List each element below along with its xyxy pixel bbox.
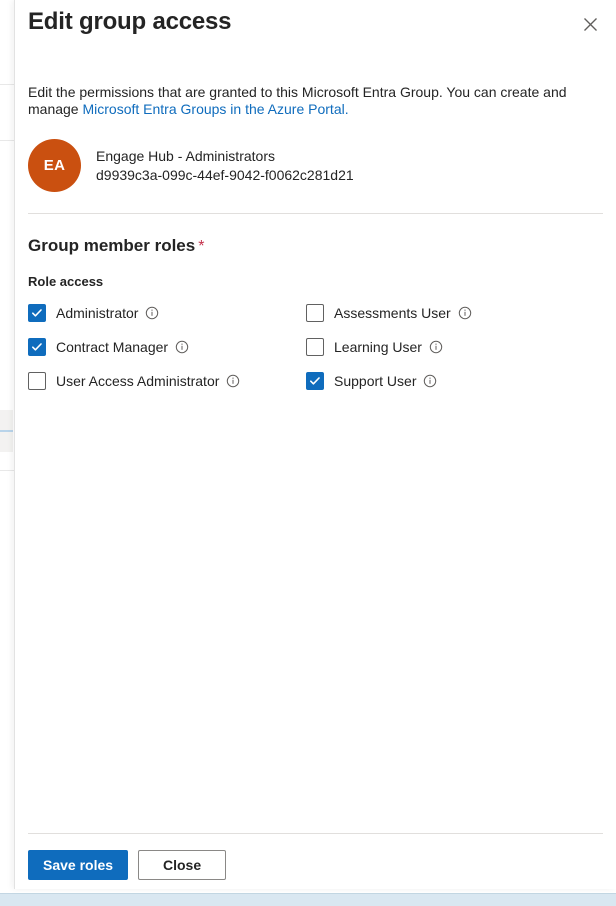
role-checkbox-learning-user[interactable]: Learning User	[306, 337, 584, 357]
background-rule	[0, 84, 14, 85]
info-icon[interactable]	[226, 374, 240, 388]
checkbox-checked-icon[interactable]	[28, 338, 46, 356]
role-checkbox-support-user[interactable]: Support User	[306, 371, 584, 391]
info-icon[interactable]	[175, 340, 189, 354]
group-name: Engage Hub - Administrators	[96, 148, 275, 164]
background-bottom-band	[0, 893, 616, 906]
background-rule	[0, 470, 14, 471]
panel-body: Edit the permissions that are granted to…	[15, 62, 616, 833]
role-label: Learning User	[334, 339, 422, 355]
edit-group-access-panel: Edit group access Edit the permissions t…	[14, 0, 616, 889]
role-label: User Access Administrator	[56, 373, 220, 389]
group-meta: Engage Hub - Administrators d9939c3a-099…	[96, 148, 354, 183]
role-checkbox-assessments-user[interactable]: Assessments User	[306, 303, 584, 323]
role-label: Support User	[334, 373, 417, 389]
background-rule	[0, 140, 14, 141]
roles-section-title-text: Group member roles	[28, 236, 196, 255]
info-icon[interactable]	[423, 374, 437, 388]
page-title: Edit group access	[28, 8, 232, 35]
role-label: Administrator	[56, 305, 139, 321]
info-icon[interactable]	[145, 306, 159, 320]
role-label: Contract Manager	[56, 339, 169, 355]
panel-description: Edit the permissions that are granted to…	[28, 84, 568, 118]
checkbox-unchecked-icon[interactable]	[28, 372, 46, 390]
roles-section-title: Group member roles *	[28, 236, 603, 256]
footer-divider	[28, 833, 603, 834]
role-access-label: Role access	[28, 274, 104, 289]
role-label: Assessments User	[334, 305, 451, 321]
azure-portal-link[interactable]: Microsoft Entra Groups in the Azure Port…	[82, 101, 348, 117]
close-button[interactable]	[575, 9, 605, 39]
required-indicator: *	[198, 238, 205, 255]
role-checkbox-contract-manager[interactable]: Contract Manager	[28, 337, 306, 357]
group-id: d9939c3a-099c-44ef-9042-f0062c281d21	[96, 167, 354, 183]
role-checkbox-administrator[interactable]: Administrator	[28, 303, 306, 323]
panel-header: Edit group access	[15, 0, 616, 62]
panel-footer: Save roles Close	[15, 833, 616, 889]
info-icon[interactable]	[429, 340, 443, 354]
role-access-checkbox-grid: Administrator Assessments User Contract Ma…	[28, 303, 603, 391]
close-dialog-button[interactable]: Close	[138, 850, 227, 880]
footer-actions: Save roles Close	[28, 850, 603, 880]
checkbox-unchecked-icon[interactable]	[306, 338, 324, 356]
background-accent-bar	[0, 430, 13, 432]
section-divider	[28, 213, 603, 214]
background-page-edge	[0, 0, 15, 889]
avatar: EA	[28, 139, 81, 192]
info-icon[interactable]	[458, 306, 472, 320]
save-roles-button[interactable]: Save roles	[28, 850, 129, 880]
group-summary: EA Engage Hub - Administrators d9939c3a-…	[28, 139, 603, 192]
checkbox-unchecked-icon[interactable]	[306, 304, 324, 322]
close-icon	[583, 17, 598, 32]
checkbox-checked-icon[interactable]	[306, 372, 324, 390]
checkbox-checked-icon[interactable]	[28, 304, 46, 322]
role-checkbox-user-access-administrator[interactable]: User Access Administrator	[28, 371, 306, 391]
